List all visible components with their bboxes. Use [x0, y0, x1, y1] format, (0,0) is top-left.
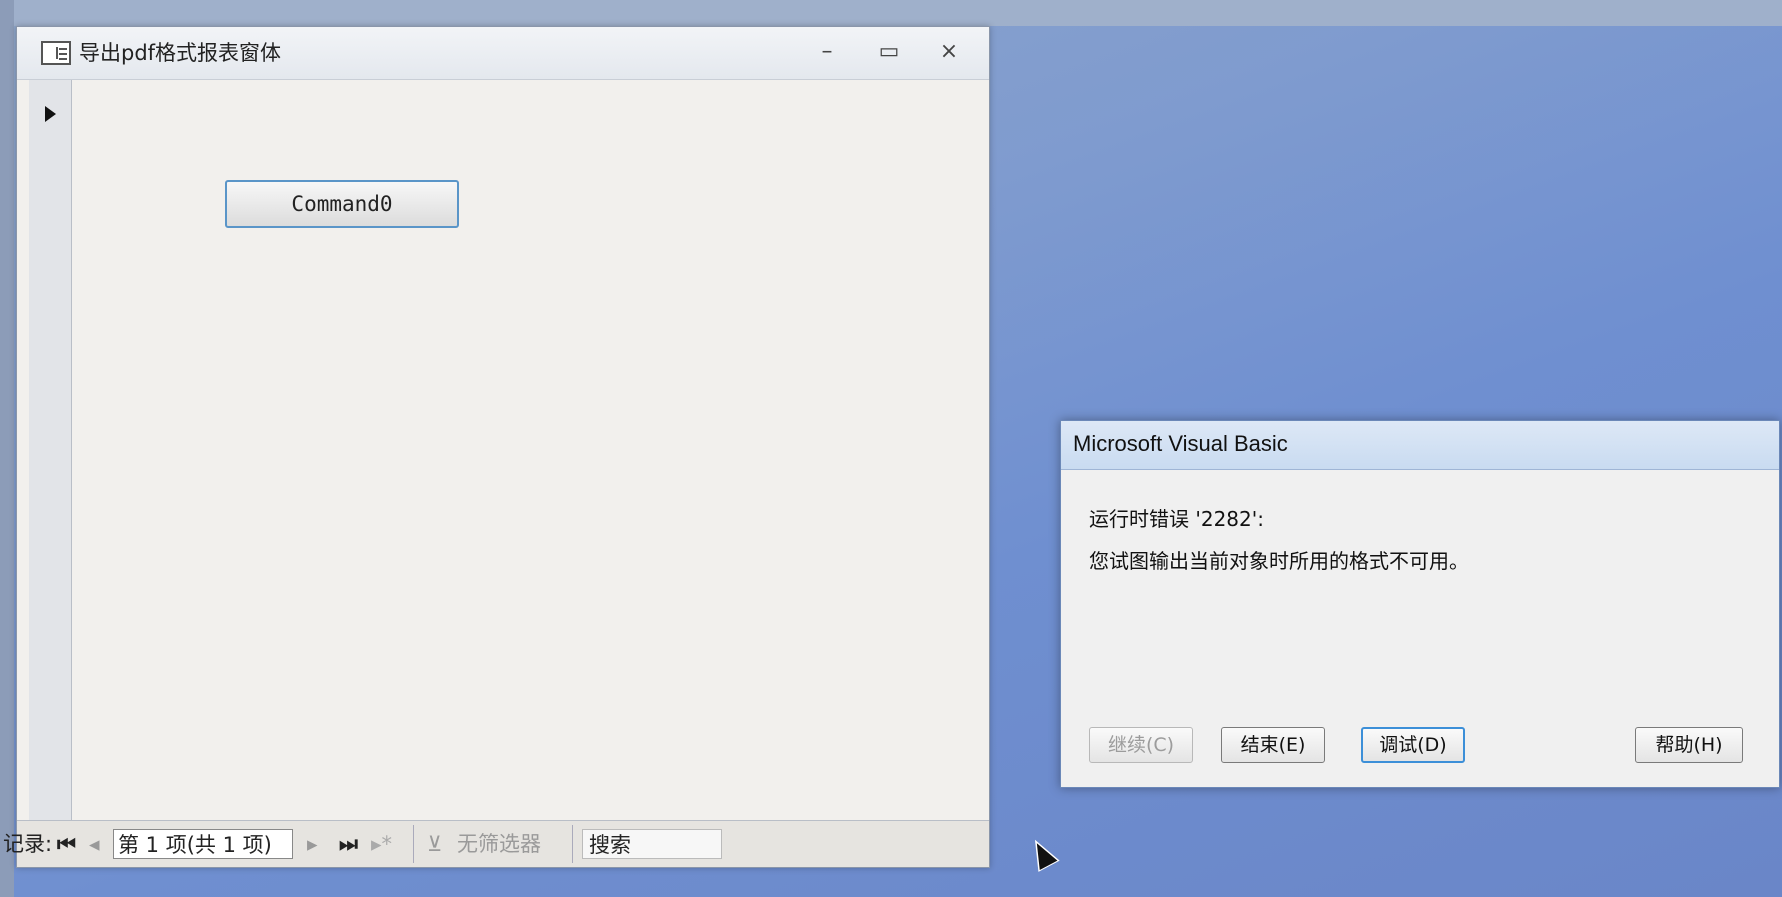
nav-divider [572, 825, 573, 863]
record-selector[interactable] [29, 80, 72, 821]
previous-record-icon[interactable]: ◂ [89, 829, 100, 859]
form-icon [41, 41, 71, 65]
form-title: 导出pdf格式报表窗体 [79, 41, 282, 65]
filter-icon[interactable]: ⊻ [427, 829, 442, 859]
mouse-cursor-icon [1024, 834, 1060, 872]
dialog-title: Microsoft Visual Basic [1073, 431, 1288, 456]
desktop-top-band [0, 0, 1782, 26]
last-record-icon[interactable]: ⏭ [339, 829, 358, 859]
error-message: 您试图输出当前对象时所用的格式不可用。 [1089, 549, 1469, 573]
minimize-button[interactable]: – [807, 35, 847, 69]
nav-divider [413, 825, 414, 863]
first-record-icon[interactable]: ⏮ [57, 829, 76, 859]
form-window: 导出pdf格式报表窗体 – ▭ × Command0 记录: ⏮ ◂ 第 1 项… [3, 26, 990, 868]
new-record-icon[interactable]: ▸* [371, 829, 392, 859]
close-button[interactable]: × [929, 35, 969, 69]
end-button[interactable]: 结束(E) [1221, 727, 1325, 763]
command0-button[interactable]: Command0 [225, 180, 459, 228]
record-navigation-bar: 记录: ⏮ ◂ 第 1 项(共 1 项) ▸ ⏭ ▸* ⊻ 无筛选器 搜索 [3, 820, 989, 867]
desktop-left-band [0, 0, 14, 897]
form-titlebar[interactable]: 导出pdf格式报表窗体 – ▭ × [17, 27, 989, 80]
current-record-arrow-icon [45, 106, 56, 122]
continue-button[interactable]: 继续(C) [1089, 727, 1193, 763]
vb-error-dialog: Microsoft Visual Basic 运行时错误 '2282': 您试图… [1060, 420, 1780, 788]
current-record-field[interactable]: 第 1 项(共 1 项) [113, 829, 293, 859]
maximize-button[interactable]: ▭ [869, 35, 909, 69]
no-filter-label[interactable]: 无筛选器 [457, 829, 541, 859]
search-input[interactable]: 搜索 [582, 829, 722, 859]
form-body: Command0 [17, 80, 989, 821]
record-label: 记录: [3, 832, 53, 856]
runtime-error-code: 运行时错误 '2282': [1089, 507, 1264, 531]
dialog-titlebar[interactable]: Microsoft Visual Basic [1061, 421, 1779, 470]
help-button[interactable]: 帮助(H) [1635, 727, 1743, 763]
debug-button[interactable]: 调试(D) [1361, 727, 1465, 763]
next-record-icon[interactable]: ▸ [307, 829, 318, 859]
